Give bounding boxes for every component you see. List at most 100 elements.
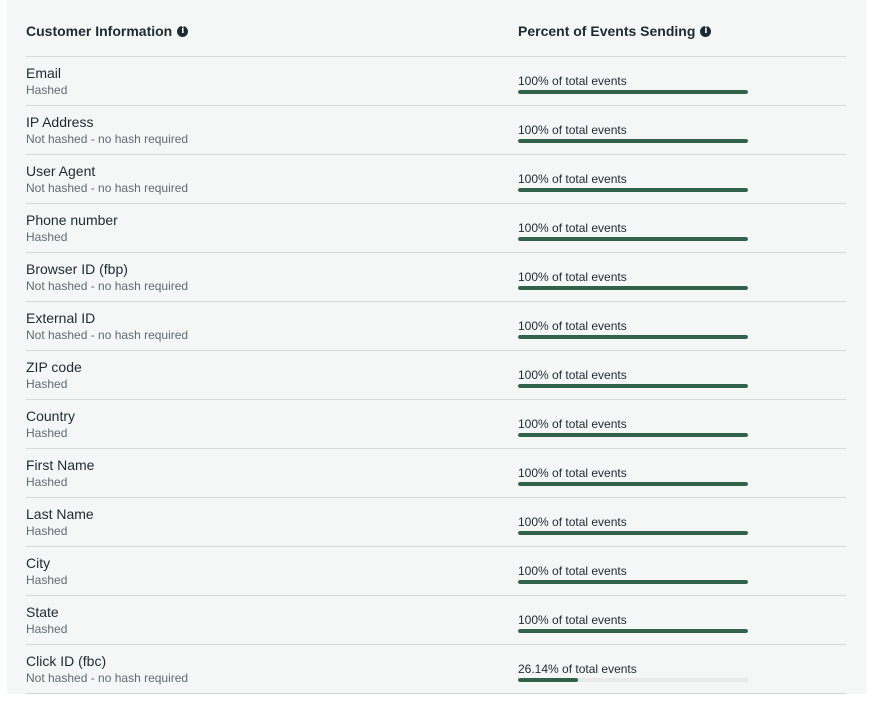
progress-bar [518,580,748,584]
table-row: External ID Not hashed - no hash required… [26,302,846,351]
progress-bar [518,433,748,437]
table-row: IP Address Not hashed - no hash required 1… [26,106,846,155]
progress-bar-fill [518,188,748,192]
table-row: ZIP code Hashed 100% of total events [26,351,846,400]
percent-events-cell: 100% of total events [518,362,846,388]
progress-bar-fill [518,90,748,94]
percent-events-cell: 100% of total events [518,264,846,290]
percent-events-cell: 100% of total events [518,558,846,584]
hash-status: Not hashed - no hash required [26,132,189,146]
customer-field-cell: ZIP code Hashed [26,358,518,392]
hash-status: Hashed [26,475,68,489]
table-row: Last Name Hashed 100% of total events [26,498,846,547]
customer-field-cell: IP Address Not hashed - no hash required [26,113,518,147]
customer-field-name: Last Name [26,506,94,522]
customer-information-panel: Customer Information i Percent of Events… [7,0,866,694]
customer-field-name: City [26,555,51,571]
progress-bar-fill [518,482,748,486]
hash-status: Hashed [26,230,68,244]
percent-events-cell: 26.14% of total events [518,656,846,682]
progress-bar-fill [518,629,748,633]
customer-field-name: External ID [26,310,96,326]
customer-field-name: Phone number [26,212,118,228]
customer-field-cell: Email Hashed [26,64,518,98]
percent-events-label: 100% of total events [518,466,627,480]
percent-events-label: 100% of total events [518,74,627,88]
table-row: Country Hashed 100% of total events [26,400,846,449]
table-row: Email Hashed 100% of total events [26,57,846,106]
progress-bar-fill [518,678,579,682]
header-customer-information-cell: Customer Information i [26,23,518,41]
progress-bar-fill [518,384,748,388]
percent-events-cell: 100% of total events [518,313,846,339]
customer-field-name: Browser ID (fbp) [26,261,128,277]
progress-bar-fill [518,237,748,241]
percent-events-cell: 100% of total events [518,117,846,143]
table-row: Browser ID (fbp) Not hashed - no hash req… [26,253,846,302]
progress-bar [518,139,748,143]
table-row: City Hashed 100% of total events [26,547,846,596]
customer-field-cell: City Hashed [26,554,518,588]
customer-field-cell: Click ID (fbc) Not hashed - no hash requi… [26,652,518,686]
customer-field-cell: First Name Hashed [26,456,518,490]
percent-events-label: 100% of total events [518,515,627,529]
hash-status: Hashed [26,622,68,636]
header-percent-events-cell: Percent of Events Sending i [518,23,846,41]
customer-field-cell: Browser ID (fbp) Not hashed - no hash req… [26,260,518,294]
table-row: First Name Hashed 100% of total events [26,449,846,498]
percent-events-cell: 100% of total events [518,68,846,94]
hash-status: Not hashed - no hash required [26,328,189,342]
progress-bar-fill [518,139,748,143]
customer-field-cell: User Agent Not hashed - no hash required [26,162,518,196]
table-header: Customer Information i Percent of Events… [26,8,846,57]
customer-field-name: ZIP code [26,359,82,375]
percent-events-label: 100% of total events [518,270,627,284]
progress-bar-fill [518,335,748,339]
hash-status: Hashed [26,377,68,391]
hash-status: Hashed [26,524,68,538]
hash-status: Hashed [26,573,68,587]
customer-field-cell: State Hashed [26,603,518,637]
customer-field-name: Click ID (fbc) [26,653,107,669]
percent-events-cell: 100% of total events [518,607,846,633]
progress-bar [518,678,748,682]
hash-status: Not hashed - no hash required [26,671,189,685]
progress-bar [518,629,748,633]
table-row: User Agent Not hashed - no hash required 1… [26,155,846,204]
percent-events-label: 100% of total events [518,221,627,235]
progress-bar [518,384,748,388]
table-row: State Hashed 100% of total events [26,596,846,645]
info-icon[interactable]: i [700,25,712,37]
customer-field-cell: External ID Not hashed - no hash required [26,309,518,343]
customer-field-name: Email [26,65,62,81]
percent-events-label: 100% of total events [518,417,627,431]
percent-events-cell: 100% of total events [518,460,846,486]
customer-field-cell: Country Hashed [26,407,518,441]
percent-events-cell: 100% of total events [518,215,846,241]
info-icon[interactable]: i [177,25,189,37]
percent-events-label: 100% of total events [518,319,627,333]
percent-events-label: 100% of total events [518,564,627,578]
header-percent-events-label: Percent of Events Sending [518,23,696,39]
progress-bar [518,286,748,290]
percent-events-label: 100% of total events [518,123,627,137]
customer-field-name: State [26,604,59,620]
customer-field-name: First Name [26,457,95,473]
header-customer-information-label: Customer Information [26,23,173,39]
progress-bar [518,335,748,339]
progress-bar [518,188,748,192]
customer-information-table: Customer Information i Percent of Events… [26,8,846,694]
percent-events-cell: 100% of total events [518,411,846,437]
percent-events-label: 100% of total events [518,368,627,382]
percent-events-cell: 100% of total events [518,509,846,535]
progress-bar [518,237,748,241]
hash-status: Not hashed - no hash required [26,181,189,195]
table-row: Phone number Hashed 100% of total events [26,204,846,253]
percent-events-cell: 100% of total events [518,166,846,192]
customer-field-name: User Agent [26,163,96,179]
table-row: Click ID (fbc) Not hashed - no hash requi… [26,645,846,694]
percent-events-label: 100% of total events [518,172,627,186]
percent-events-label: 100% of total events [518,613,627,627]
customer-field-name: IP Address [26,114,94,130]
percent-events-label: 26.14% of total events [518,662,637,676]
